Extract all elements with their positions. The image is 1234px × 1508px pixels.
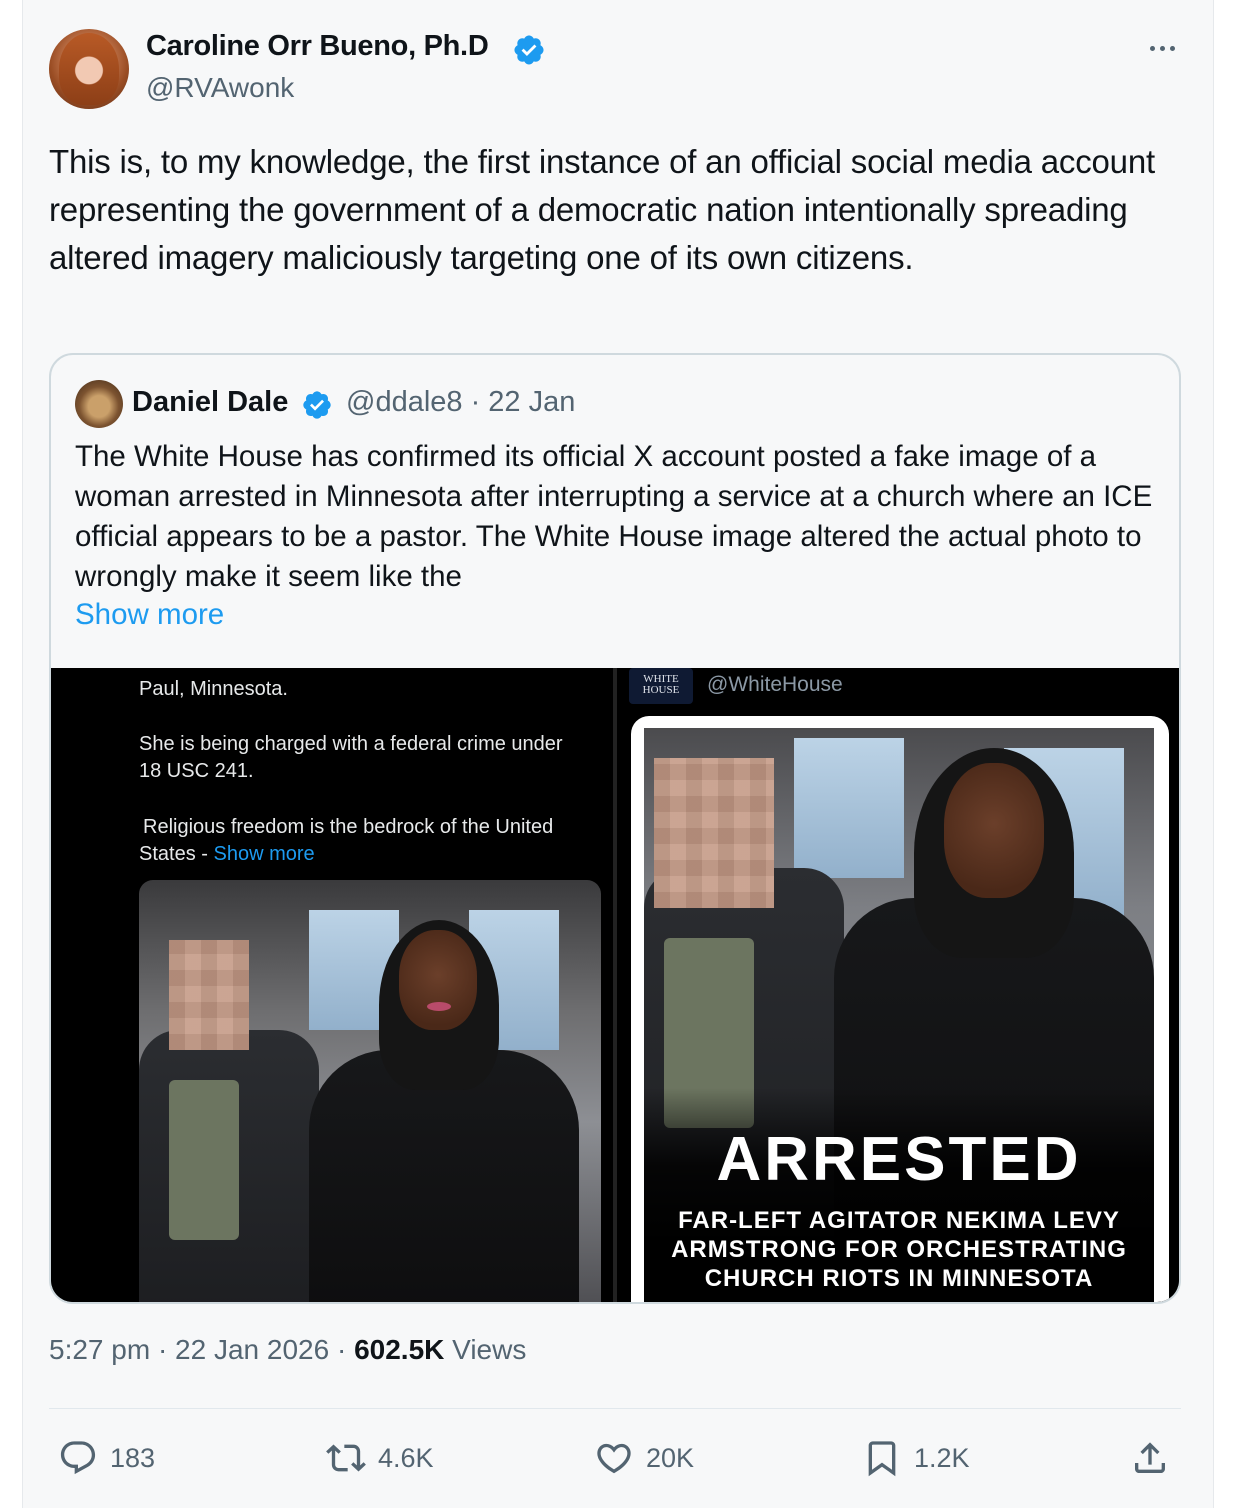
- reply-button[interactable]: 183: [58, 1432, 155, 1484]
- screenshot-text-line: Paul, Minnesota.: [139, 678, 288, 700]
- more-options-icon[interactable]: [1140, 30, 1184, 66]
- quoted-tweet-text: The White House has confirmed its offici…: [75, 440, 1153, 593]
- screenshot-handle: @WhiteHouse: [707, 673, 843, 696]
- reply-count: 183: [110, 1442, 156, 1473]
- tweet-meta: 5:27 pm · 22 Jan 2026 · 602.5K Views: [49, 1334, 526, 1366]
- like-button[interactable]: 20K: [594, 1432, 694, 1484]
- media-image-left[interactable]: Paul, Minnesota. She is being charged wi…: [51, 668, 613, 1302]
- screenshot-text-line: States - Show more: [139, 843, 315, 865]
- quoted-author-avatar[interactable]: [75, 380, 123, 428]
- quoted-author-handle-date: @ddale8 · 22 Jan: [346, 386, 576, 418]
- repost-count: 4.6K: [378, 1442, 434, 1473]
- bookmark-icon: [868, 1441, 896, 1477]
- quoted-media[interactable]: Paul, Minnesota. She is being charged wi…: [51, 668, 1179, 1302]
- original-arrest-photo: [139, 880, 601, 1302]
- tweet-timestamp[interactable]: 5:27 pm · 22 Jan 2026 ·: [49, 1334, 354, 1365]
- quoted-author-name[interactable]: Daniel Dale: [132, 386, 288, 419]
- author-handle[interactable]: @RVAwonk: [146, 72, 294, 104]
- bookmark-button[interactable]: 1.2K: [862, 1432, 970, 1484]
- verified-badge-icon: [303, 391, 331, 419]
- verified-badge-icon: [514, 35, 544, 65]
- altered-image-headline: ARRESTED: [716, 1125, 1082, 1194]
- views-label: Views: [444, 1334, 527, 1365]
- author-name[interactable]: Caroline Orr Bueno, Ph.D: [146, 30, 489, 63]
- media-image-right[interactable]: WHITE HOUSE @WhiteHouse ARRESTED FAR-LEF…: [617, 668, 1179, 1302]
- bookmark-count: 1.2K: [914, 1442, 970, 1473]
- screenshot-text-line: 18 USC 241.: [139, 760, 254, 782]
- reply-icon: [60, 1441, 96, 1475]
- share-button[interactable]: [1130, 1432, 1170, 1484]
- like-count: 20K: [646, 1442, 695, 1473]
- screenshot-show-more: Show more: [213, 843, 315, 865]
- show-more-link[interactable]: Show more: [75, 598, 224, 632]
- altered-image-caption: FAR-LEFT AGITATOR NEKIMA LEVY ARMSTRONG …: [671, 1207, 1127, 1292]
- author-avatar[interactable]: [49, 29, 129, 109]
- white-house-logo: WHITE HOUSE: [629, 668, 693, 704]
- screenshot-text-line: Religious freedom is the bedrock of the …: [143, 816, 554, 838]
- divider: [49, 1408, 1181, 1409]
- views-count: 602.5K: [354, 1334, 445, 1365]
- repost-button[interactable]: 4.6K: [326, 1432, 434, 1484]
- heart-icon: [597, 1443, 631, 1474]
- repost-icon: [326, 1444, 366, 1472]
- tweet-text: This is, to my knowledge, the first inst…: [49, 143, 1155, 276]
- altered-image-frame: ARRESTED FAR-LEFT AGITATOR NEKIMA LEVY A…: [631, 716, 1169, 1302]
- screenshot-text-line: She is being charged with a federal crim…: [139, 733, 563, 755]
- share-icon: [1135, 1442, 1165, 1473]
- altered-arrest-photo: ARRESTED FAR-LEFT AGITATOR NEKIMA LEVY A…: [644, 728, 1154, 1302]
- quoted-tweet[interactable]: Daniel Dale @ddale8 · 22 Jan The White H…: [49, 353, 1181, 1304]
